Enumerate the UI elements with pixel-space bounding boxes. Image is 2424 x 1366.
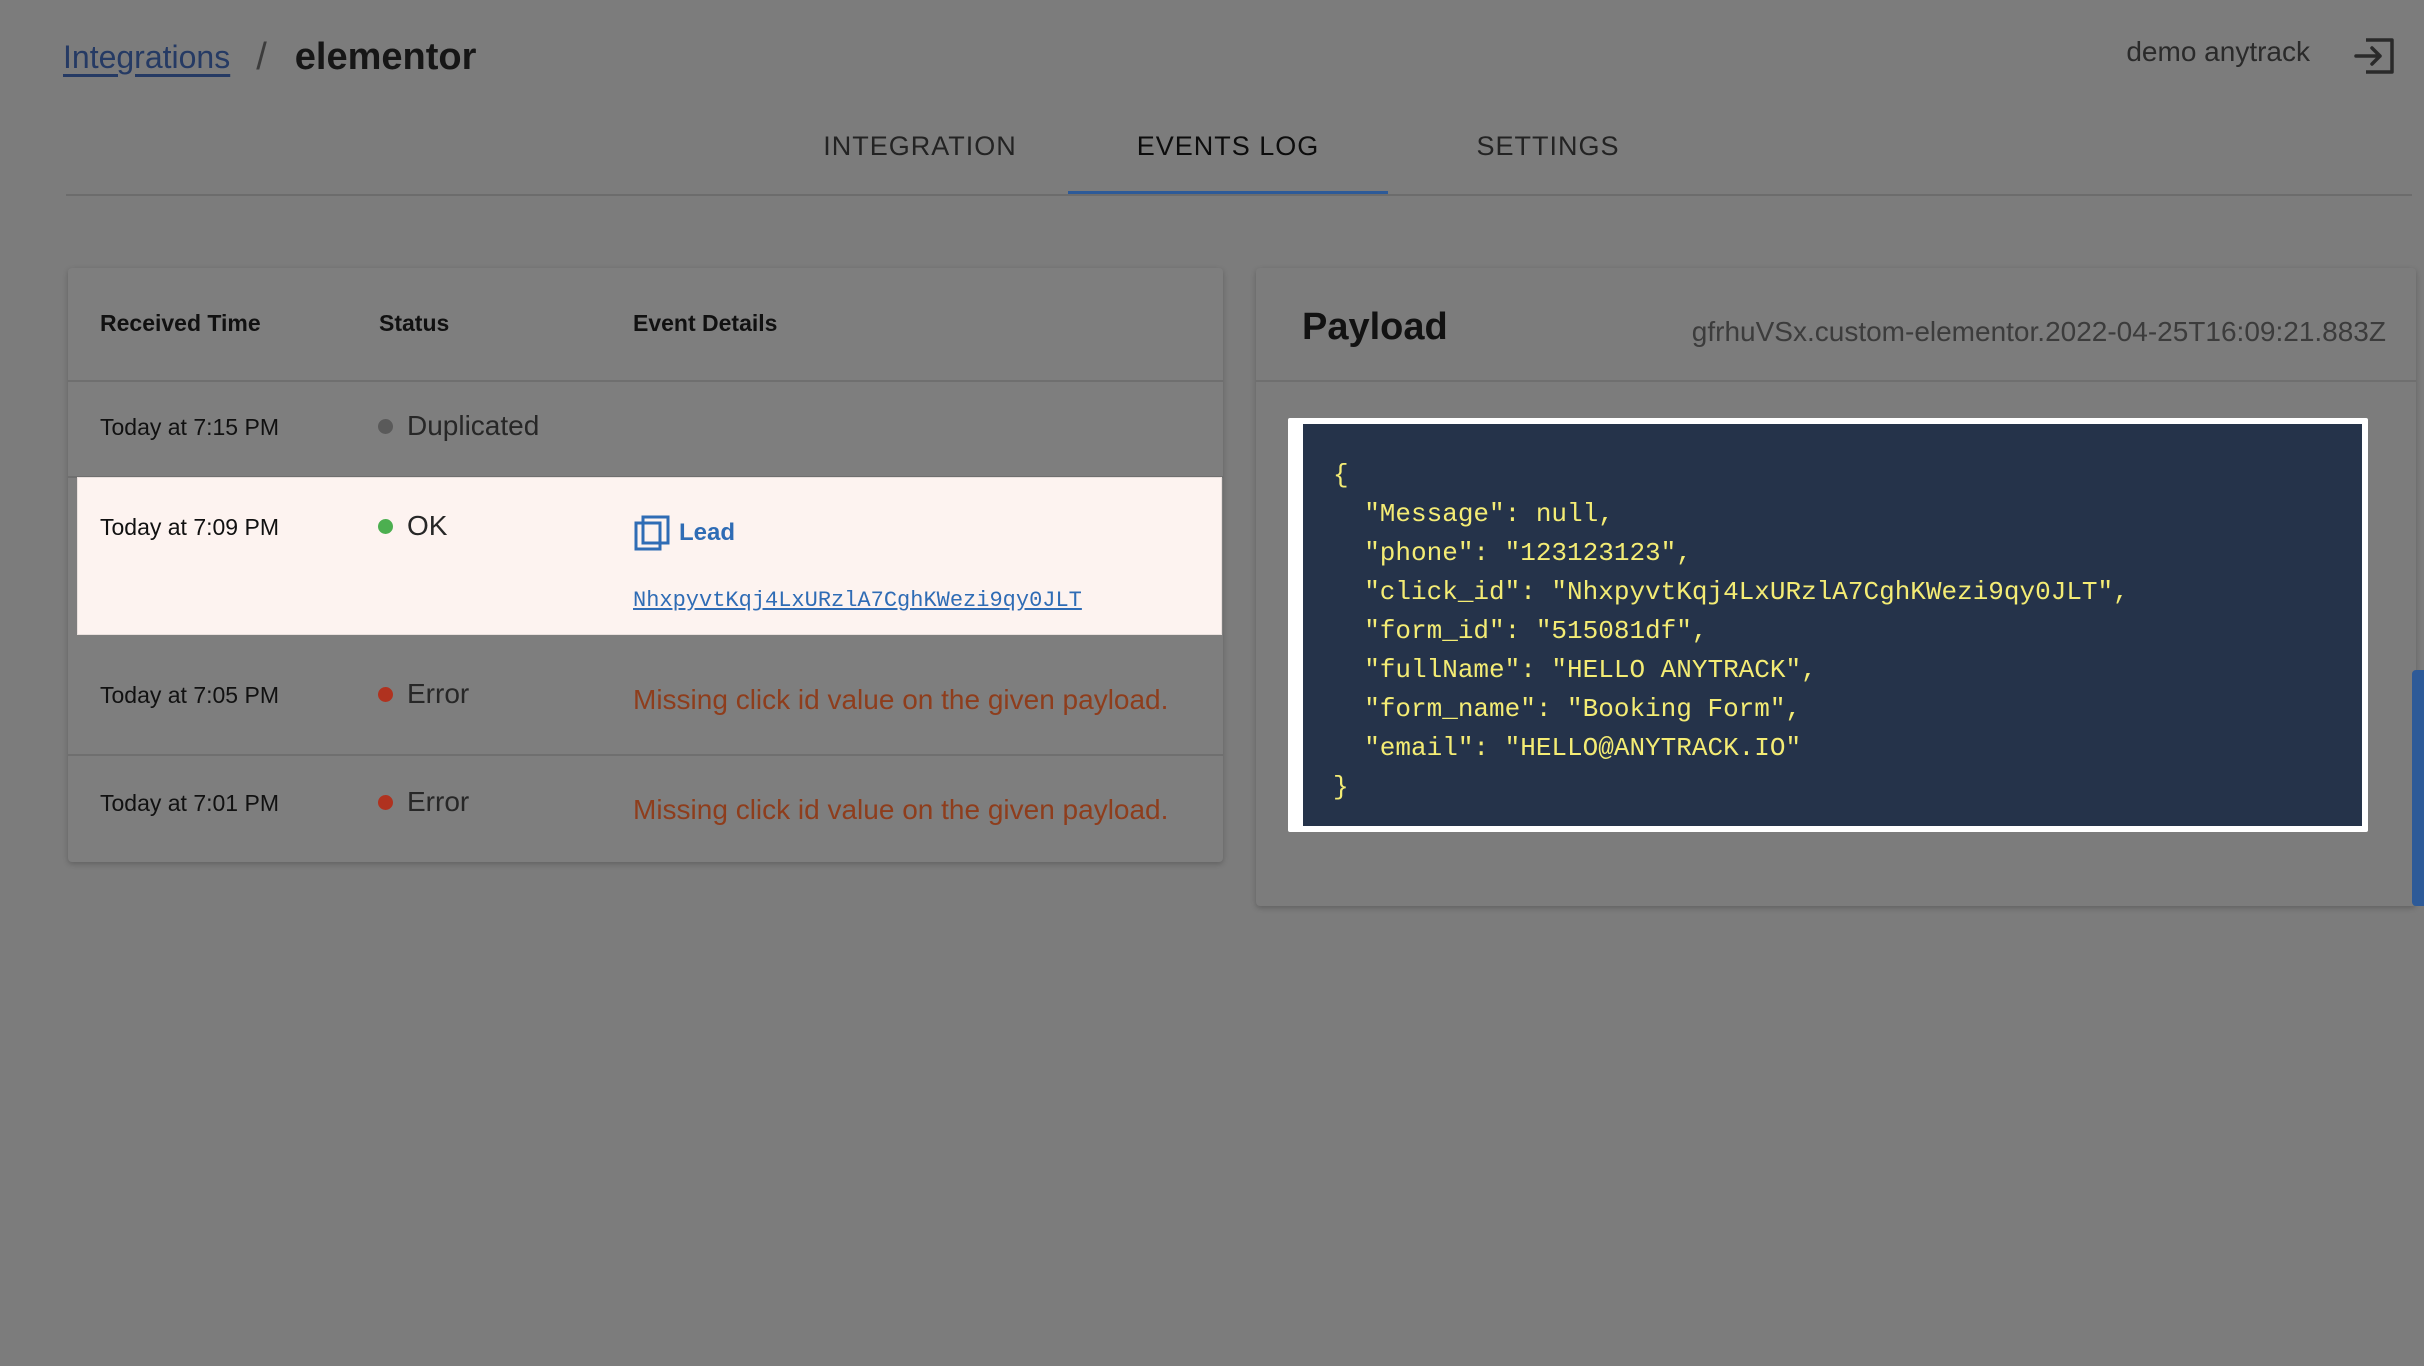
tabs-divider <box>66 194 2412 196</box>
table-header: Received Time Status Event Details <box>68 268 1223 382</box>
table-row[interactable]: Today at 7:15 PM Duplicated <box>68 380 1223 478</box>
status-badge: Duplicated <box>378 410 539 442</box>
status-label: OK <box>407 510 448 541</box>
payload-code-frame: { "Message": null, "phone": "123123123",… <box>1288 418 2368 832</box>
copy-icon[interactable] <box>633 514 671 552</box>
tab-integration[interactable]: INTEGRATION <box>772 122 1068 194</box>
received-time: Today at 7:15 PM <box>100 414 279 440</box>
column-header-received-time: Received Time <box>100 310 261 336</box>
status-badge: Error <box>378 786 469 818</box>
status-label: Duplicated <box>407 410 540 441</box>
status-dot <box>378 794 393 810</box>
tab-settings[interactable]: SETTINGS <box>1388 122 1708 194</box>
status-badge: OK <box>378 510 447 542</box>
status-badge: Error <box>378 678 469 710</box>
payload-code-block[interactable]: { "Message": null, "phone": "123123123",… <box>1303 424 2362 826</box>
payload-panel: Payload gfrhuVSx.custom-elementor.2022-0… <box>1256 268 2416 906</box>
events-table: Received Time Status Event Details Today… <box>68 268 1223 862</box>
payload-header: Payload gfrhuVSx.custom-elementor.2022-0… <box>1256 268 2416 382</box>
error-message: Missing click id value on the given payl… <box>633 794 1169 825</box>
page-title: elementor <box>294 35 477 78</box>
user-name[interactable]: demo anytrack <box>2126 36 2310 68</box>
status-label: Error <box>407 678 470 709</box>
status-label: Error <box>407 786 470 817</box>
breadcrumb-separator: / <box>256 35 267 78</box>
tab-events-log[interactable]: EVENTS LOG <box>1068 122 1388 196</box>
breadcrumb-integrations-link[interactable]: Integrations <box>63 39 230 76</box>
table-row[interactable]: Today at 7:05 PM Error Missing click id … <box>68 646 1223 756</box>
table-row[interactable]: Today at 7:01 PM Error Missing click id … <box>68 756 1223 862</box>
event-type-label: Lead <box>679 519 736 546</box>
received-time: Today at 7:05 PM <box>100 682 279 708</box>
error-message: Missing click id value on the given payl… <box>633 684 1169 715</box>
table-row-selected[interactable]: Today at 7:09 PM OK Lead NhxpyvtKqj4LxUR… <box>78 478 1221 634</box>
event-type-link[interactable]: Lead <box>633 514 735 552</box>
payload-id: gfrhuVSx.custom-elementor.2022-04-25T16:… <box>1691 316 2386 347</box>
click-id-link[interactable]: NhxpyvtKqj4LxURzlA7CghKWezi9qy0JLT <box>633 588 1082 613</box>
received-time: Today at 7:09 PM <box>100 514 279 540</box>
payload-json: { "Message": null, "phone": "123123123",… <box>1333 460 2129 802</box>
tab-bar: INTEGRATION EVENTS LOG SETTINGS <box>772 122 1708 196</box>
status-dot <box>378 418 393 434</box>
payload-title: Payload <box>1302 306 1448 348</box>
logout-icon[interactable] <box>2350 34 2398 78</box>
breadcrumb: Integrations / elementor <box>63 30 476 84</box>
column-header-status: Status <box>379 310 450 336</box>
column-header-event-details: Event Details <box>633 310 778 336</box>
status-dot <box>378 686 393 702</box>
scrollbar-thumb[interactable] <box>2412 670 2424 906</box>
received-time: Today at 7:01 PM <box>100 790 279 816</box>
status-dot <box>378 518 393 534</box>
